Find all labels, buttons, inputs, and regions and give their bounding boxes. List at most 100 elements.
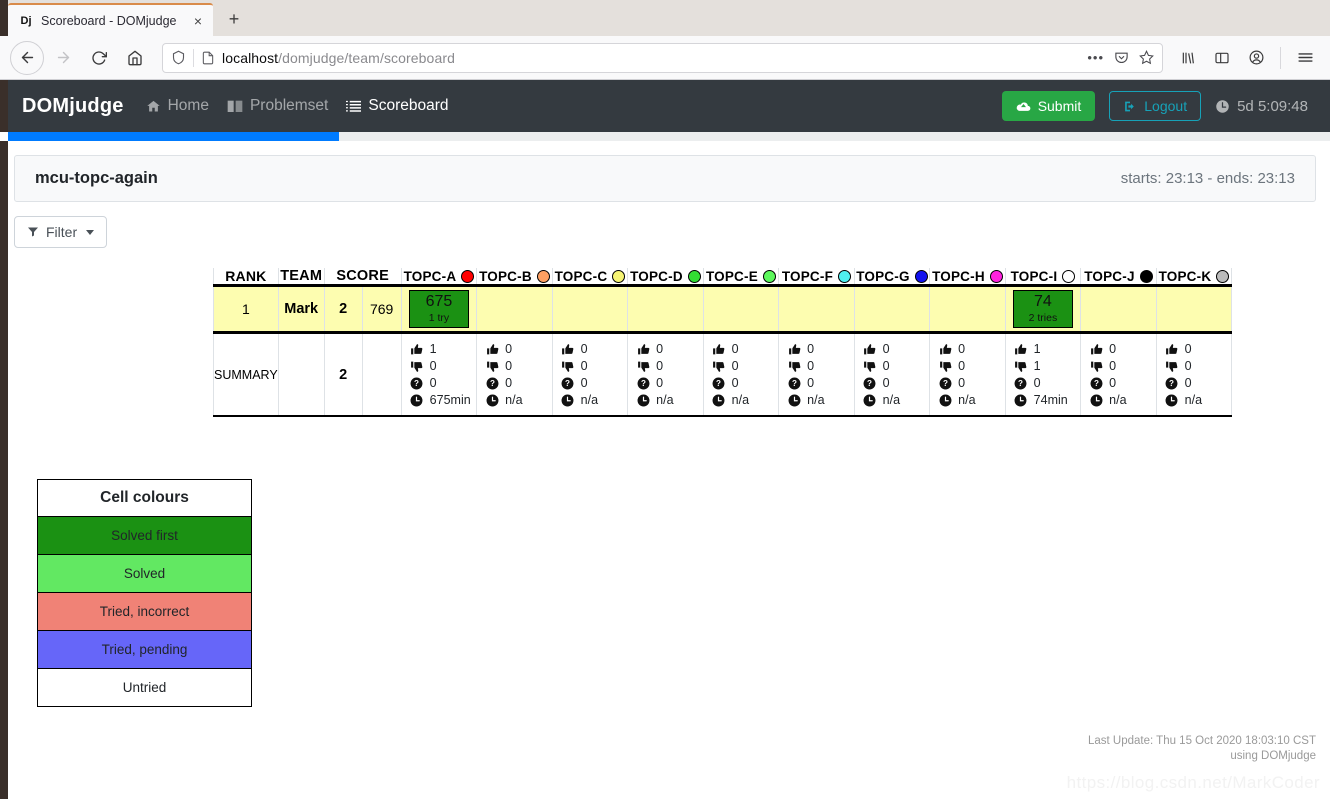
summary-incorrect: 0 xyxy=(485,359,552,373)
footer-using: using DOMjudge xyxy=(1230,750,1316,763)
svg-text:?: ? xyxy=(565,379,570,388)
summary-correct-value: 0 xyxy=(656,342,664,356)
summary-incorrect: 0 xyxy=(712,359,779,373)
nav-item-home-label: Home xyxy=(167,97,209,114)
browser-window: Dj Scoreboard - DOMjudge × + localhost/d… xyxy=(0,0,1330,799)
summary-pending-value: 0 xyxy=(656,376,664,390)
summary-pending-value: 0 xyxy=(1109,376,1117,390)
score-cell-topc-j[interactable] xyxy=(1080,285,1157,333)
summary-incorrect: 0 xyxy=(1165,359,1232,373)
back-arrow-icon[interactable] xyxy=(10,40,44,75)
problem-label: TOPC-E xyxy=(705,268,758,284)
summary-pending: ? 0 xyxy=(636,376,703,390)
summary-cell-topc-h: 0 0? 0 n/a xyxy=(929,332,1006,416)
ellipsis-icon[interactable]: ••• xyxy=(1087,50,1104,65)
header-problem-topc-i[interactable]: TOPC-I xyxy=(1004,268,1082,286)
shield-icon[interactable] xyxy=(171,50,186,65)
clock-icon xyxy=(561,393,575,407)
nav-item-scoreboard[interactable]: Scoreboard xyxy=(346,97,449,115)
summary-correct-value: 0 xyxy=(580,342,588,356)
summary-cell-topc-i: 1 1? 0 74min xyxy=(1004,332,1082,416)
forward-arrow-icon[interactable] xyxy=(46,41,80,75)
url-path: /domjudge/team/scoreboard xyxy=(278,49,455,66)
legend-row-label: Untried xyxy=(122,680,167,695)
thumbs-down-icon xyxy=(1165,359,1179,373)
summary-incorrect: 0 xyxy=(863,359,930,373)
reload-icon[interactable] xyxy=(82,41,116,75)
url-text[interactable]: localhost/domjudge/team/scoreboard xyxy=(222,50,1080,66)
close-icon[interactable]: × xyxy=(189,12,207,30)
nav-item-problemset[interactable]: Problemset xyxy=(227,97,328,115)
summary-pending: ? 0 xyxy=(787,376,854,390)
summary-avg-time: n/a xyxy=(636,393,703,407)
summary-incorrect-value: 0 xyxy=(505,359,513,373)
filter-button[interactable]: Filter xyxy=(14,216,108,248)
score-cell-topc-c[interactable] xyxy=(551,285,629,333)
summary-cell-topc-d: 0 0? 0 n/a xyxy=(627,332,704,416)
header-problem-topc-g[interactable]: TOPC-G xyxy=(853,268,931,286)
sidebar-icon[interactable] xyxy=(1207,43,1237,73)
brand-logo[interactable]: DOMjudge xyxy=(22,95,124,118)
star-icon[interactable] xyxy=(1139,50,1154,65)
library-icon[interactable] xyxy=(1173,43,1203,73)
summary-incorrect: 0 xyxy=(938,359,1005,373)
summary-pending: ? 0 xyxy=(561,376,628,390)
browser-tab[interactable]: Dj Scoreboard - DOMjudge × xyxy=(8,3,213,36)
problem-label: TOPC-C xyxy=(554,268,608,284)
cell-colours-legend: Cell colours Solved first Solved Tried, in… xyxy=(37,479,252,707)
header-problem-topc-h[interactable]: TOPC-H xyxy=(929,268,1006,286)
header-problem-topc-d[interactable]: TOPC-D xyxy=(627,268,704,286)
score-cell-topc-g[interactable] xyxy=(853,285,931,333)
thumbs-down-icon xyxy=(1014,359,1028,373)
legend-row-solved-first: Solved first xyxy=(38,516,251,554)
new-tab-button[interactable]: + xyxy=(219,4,249,34)
url-bar[interactable]: localhost/domjudge/team/scoreboard ••• xyxy=(162,42,1163,73)
summary-solved-count: 2 xyxy=(323,332,363,416)
header-problem-topc-j[interactable]: TOPC-J xyxy=(1080,268,1157,286)
contest-progress-track xyxy=(0,132,1330,141)
filter-button-label: Filter xyxy=(46,224,78,240)
problem-label: TOPC-B xyxy=(479,268,532,284)
clock-icon xyxy=(1089,393,1103,407)
score-cell-topc-f[interactable] xyxy=(778,285,855,333)
summary-cell-topc-c: 0 0? 0 n/a xyxy=(551,332,629,416)
score-cell-topc-d[interactable] xyxy=(627,285,704,333)
submit-button[interactable]: Submit xyxy=(1001,91,1096,121)
summary-avg-time: n/a xyxy=(787,393,854,407)
filter-icon xyxy=(27,226,39,238)
header-problem-topc-k[interactable]: TOPC-K xyxy=(1155,268,1233,286)
hamburger-menu-icon[interactable] xyxy=(1290,43,1320,73)
score-cell-topc-k[interactable] xyxy=(1155,285,1233,333)
score-cell-topc-a[interactable]: 675 1 try xyxy=(400,285,478,333)
nav-item-home[interactable]: Home xyxy=(146,97,209,115)
cell-team-name[interactable]: Mark xyxy=(277,285,325,333)
summary-avg-time-value: 74min xyxy=(1033,393,1068,407)
pocket-icon[interactable] xyxy=(1114,50,1129,65)
problem-label: TOPC-D xyxy=(630,268,683,284)
clock-text: 5d 5:09:48 xyxy=(1237,97,1308,115)
question-mark-icon: ? xyxy=(485,376,499,390)
svg-text:?: ? xyxy=(943,379,948,388)
header-problem-topc-e[interactable]: TOPC-E xyxy=(702,268,780,286)
content-area: mcu-topc-again starts: 23:13 - ends: 23:… xyxy=(0,155,1330,707)
score-cell-topc-i[interactable]: 74 2 tries xyxy=(1004,285,1082,333)
summary-pending-value: 0 xyxy=(882,376,890,390)
summary-avg-time: 675min xyxy=(410,393,477,407)
score-cell-topc-e[interactable] xyxy=(702,285,780,333)
score-cell-box: 675 1 try xyxy=(408,290,469,328)
home-icon[interactable] xyxy=(118,41,152,75)
svg-text:?: ? xyxy=(1018,379,1023,388)
score-cell-topc-h[interactable] xyxy=(929,285,1006,333)
header-rank: RANK xyxy=(213,268,279,286)
header-problem-topc-b[interactable]: TOPC-B xyxy=(476,268,553,286)
header-problem-topc-c[interactable]: TOPC-C xyxy=(551,268,629,286)
header-problem-topc-a[interactable]: TOPC-A xyxy=(400,268,478,286)
account-icon[interactable] xyxy=(1241,43,1271,73)
score-cell-topc-b[interactable] xyxy=(476,285,553,333)
table-row[interactable]: 1 Mark 2 769 675 1 try 74 2 tries xyxy=(213,285,1233,333)
problem-balloon-icon xyxy=(1216,269,1230,283)
page-content: DOMjudge Home Problemset Scoreboard Subm… xyxy=(0,80,1330,799)
logout-button[interactable]: Logout xyxy=(1109,91,1202,121)
header-problem-topc-f[interactable]: TOPC-F xyxy=(778,268,855,286)
summary-pending: ? 0 xyxy=(1165,376,1232,390)
